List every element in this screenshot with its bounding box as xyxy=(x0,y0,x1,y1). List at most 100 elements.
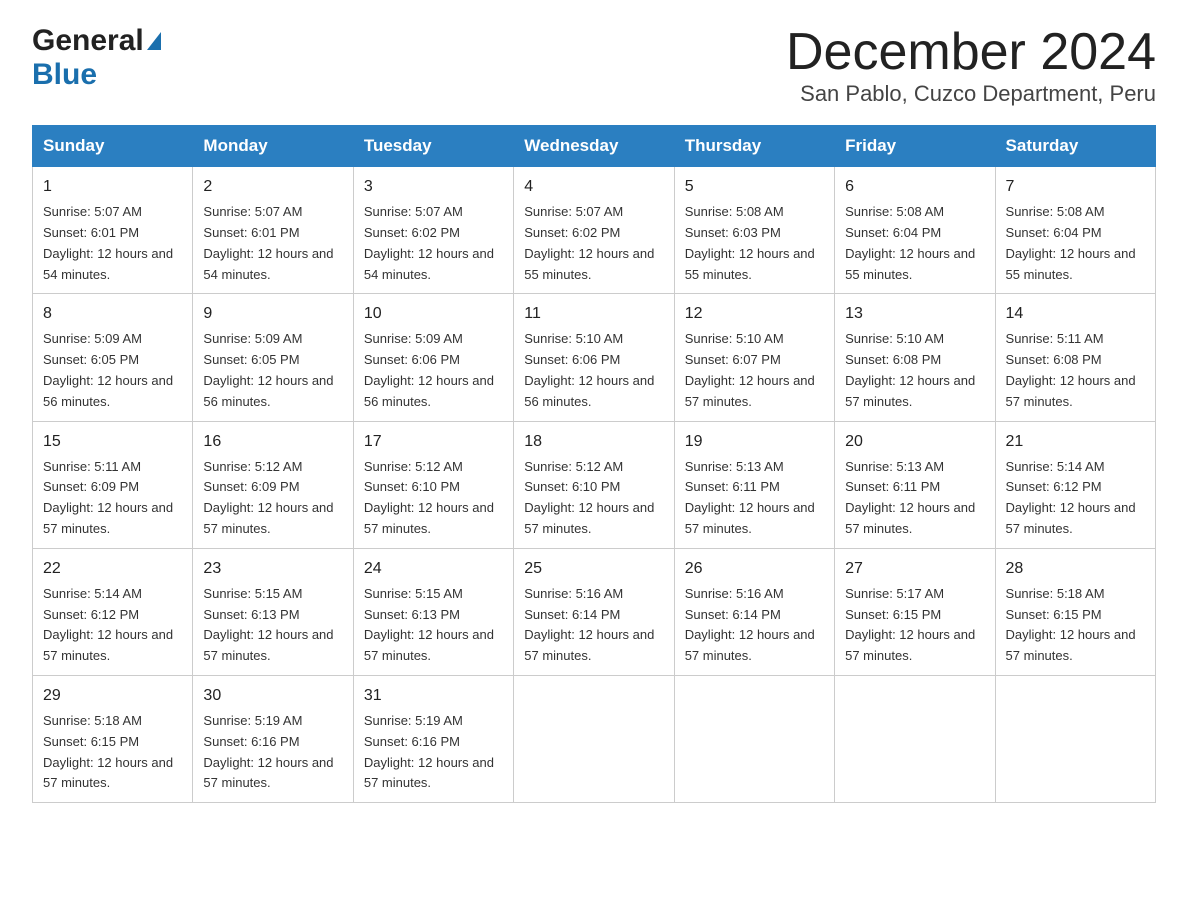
day-info: Sunrise: 5:17 AMSunset: 6:15 PMDaylight:… xyxy=(845,584,984,667)
day-number: 9 xyxy=(203,302,342,326)
day-number: 16 xyxy=(203,430,342,454)
calendar-week-row: 29Sunrise: 5:18 AMSunset: 6:15 PMDayligh… xyxy=(33,675,1156,802)
day-info: Sunrise: 5:12 AMSunset: 6:09 PMDaylight:… xyxy=(203,457,342,540)
day-number: 6 xyxy=(845,175,984,199)
day-info: Sunrise: 5:10 AMSunset: 6:06 PMDaylight:… xyxy=(524,329,663,412)
day-number: 11 xyxy=(524,302,663,326)
calendar-cell: 30 Sunrise: 5:19 AMSunset: 6:16 PMDayligh… xyxy=(193,675,353,802)
day-number: 22 xyxy=(43,557,182,581)
day-info: Sunrise: 5:07 AMSunset: 6:02 PMDaylight:… xyxy=(364,202,503,285)
header-row: SundayMondayTuesdayWednesdayThursdayFrid… xyxy=(33,126,1156,167)
calendar-cell: 20 Sunrise: 5:13 AMSunset: 6:11 PMDayligh… xyxy=(835,421,995,548)
calendar-cell: 14 Sunrise: 5:11 AMSunset: 6:08 PMDayligh… xyxy=(995,294,1155,421)
header-cell-thursday: Thursday xyxy=(674,126,834,167)
calendar-cell: 24Sunrise: 5:15 AMSunset: 6:13 PMDayligh… xyxy=(353,548,513,675)
calendar-cell: 26 Sunrise: 5:16 AMSunset: 6:14 PMDayligh… xyxy=(674,548,834,675)
day-number: 4 xyxy=(524,175,663,199)
calendar-cell: 25 Sunrise: 5:16 AMSunset: 6:14 PMDayligh… xyxy=(514,548,674,675)
calendar-week-row: 8 Sunrise: 5:09 AMSunset: 6:05 PMDaylight… xyxy=(33,294,1156,421)
calendar-cell: 13 Sunrise: 5:10 AMSunset: 6:08 PMDayligh… xyxy=(835,294,995,421)
day-number: 25 xyxy=(524,557,663,581)
calendar-cell: 18Sunrise: 5:12 AMSunset: 6:10 PMDayligh… xyxy=(514,421,674,548)
logo-general-text: General xyxy=(32,24,144,58)
calendar-cell xyxy=(835,675,995,802)
day-number: 26 xyxy=(685,557,824,581)
calendar-week-row: 22Sunrise: 5:14 AMSunset: 6:12 PMDayligh… xyxy=(33,548,1156,675)
calendar-week-row: 15 Sunrise: 5:11 AMSunset: 6:09 PMDayligh… xyxy=(33,421,1156,548)
calendar-cell: 28Sunrise: 5:18 AMSunset: 6:15 PMDayligh… xyxy=(995,548,1155,675)
day-number: 5 xyxy=(685,175,824,199)
day-info: Sunrise: 5:09 AMSunset: 6:06 PMDaylight:… xyxy=(364,329,503,412)
calendar-cell xyxy=(674,675,834,802)
calendar-cell: 27Sunrise: 5:17 AMSunset: 6:15 PMDayligh… xyxy=(835,548,995,675)
page-subtitle: San Pablo, Cuzco Department, Peru xyxy=(786,81,1156,107)
day-info: Sunrise: 5:16 AMSunset: 6:14 PMDaylight:… xyxy=(685,584,824,667)
day-number: 23 xyxy=(203,557,342,581)
calendar-cell: 8 Sunrise: 5:09 AMSunset: 6:05 PMDaylight… xyxy=(33,294,193,421)
day-number: 30 xyxy=(203,684,342,708)
day-number: 17 xyxy=(364,430,503,454)
day-info: Sunrise: 5:07 AMSunset: 6:02 PMDaylight:… xyxy=(524,202,663,285)
calendar-cell: 10 Sunrise: 5:09 AMSunset: 6:06 PMDayligh… xyxy=(353,294,513,421)
header-cell-friday: Friday xyxy=(835,126,995,167)
calendar-cell: 9 Sunrise: 5:09 AMSunset: 6:05 PMDaylight… xyxy=(193,294,353,421)
day-number: 15 xyxy=(43,430,182,454)
calendar-cell: 29Sunrise: 5:18 AMSunset: 6:15 PMDayligh… xyxy=(33,675,193,802)
day-number: 24 xyxy=(364,557,503,581)
title-block: December 2024 San Pablo, Cuzco Departmen… xyxy=(786,24,1156,107)
calendar-table: SundayMondayTuesdayWednesdayThursdayFrid… xyxy=(32,125,1156,803)
calendar-cell: 15 Sunrise: 5:11 AMSunset: 6:09 PMDayligh… xyxy=(33,421,193,548)
day-number: 31 xyxy=(364,684,503,708)
calendar-cell: 31 Sunrise: 5:19 AMSunset: 6:16 PMDayligh… xyxy=(353,675,513,802)
calendar-body: 1 Sunrise: 5:07 AMSunset: 6:01 PMDaylight… xyxy=(33,167,1156,803)
day-number: 8 xyxy=(43,302,182,326)
calendar-cell xyxy=(995,675,1155,802)
calendar-cell: 22Sunrise: 5:14 AMSunset: 6:12 PMDayligh… xyxy=(33,548,193,675)
calendar-cell: 21 Sunrise: 5:14 AMSunset: 6:12 PMDayligh… xyxy=(995,421,1155,548)
day-info: Sunrise: 5:11 AMSunset: 6:08 PMDaylight:… xyxy=(1006,329,1145,412)
day-info: Sunrise: 5:19 AMSunset: 6:16 PMDaylight:… xyxy=(203,711,342,794)
day-number: 14 xyxy=(1006,302,1145,326)
day-info: Sunrise: 5:19 AMSunset: 6:16 PMDaylight:… xyxy=(364,711,503,794)
day-info: Sunrise: 5:10 AMSunset: 6:07 PMDaylight:… xyxy=(685,329,824,412)
page-header: General Blue December 2024 San Pablo, Cu… xyxy=(32,24,1156,107)
day-number: 10 xyxy=(364,302,503,326)
calendar-cell: 16 Sunrise: 5:12 AMSunset: 6:09 PMDayligh… xyxy=(193,421,353,548)
logo-arrow-icon xyxy=(147,32,161,50)
calendar-cell: 4 Sunrise: 5:07 AMSunset: 6:02 PMDaylight… xyxy=(514,167,674,294)
header-cell-saturday: Saturday xyxy=(995,126,1155,167)
day-number: 1 xyxy=(43,175,182,199)
calendar-cell: 12 Sunrise: 5:10 AMSunset: 6:07 PMDayligh… xyxy=(674,294,834,421)
day-number: 12 xyxy=(685,302,824,326)
day-info: Sunrise: 5:11 AMSunset: 6:09 PMDaylight:… xyxy=(43,457,182,540)
day-info: Sunrise: 5:10 AMSunset: 6:08 PMDaylight:… xyxy=(845,329,984,412)
day-info: Sunrise: 5:12 AMSunset: 6:10 PMDaylight:… xyxy=(524,457,663,540)
day-number: 21 xyxy=(1006,430,1145,454)
logo-blue-text: Blue xyxy=(32,58,97,91)
day-number: 28 xyxy=(1006,557,1145,581)
day-number: 3 xyxy=(364,175,503,199)
day-info: Sunrise: 5:15 AMSunset: 6:13 PMDaylight:… xyxy=(203,584,342,667)
day-number: 19 xyxy=(685,430,824,454)
day-info: Sunrise: 5:13 AMSunset: 6:11 PMDaylight:… xyxy=(845,457,984,540)
header-cell-sunday: Sunday xyxy=(33,126,193,167)
day-info: Sunrise: 5:16 AMSunset: 6:14 PMDaylight:… xyxy=(524,584,663,667)
calendar-cell: 7Sunrise: 5:08 AMSunset: 6:04 PMDaylight… xyxy=(995,167,1155,294)
day-info: Sunrise: 5:08 AMSunset: 6:04 PMDaylight:… xyxy=(845,202,984,285)
calendar-cell: 3 Sunrise: 5:07 AMSunset: 6:02 PMDaylight… xyxy=(353,167,513,294)
day-info: Sunrise: 5:08 AMSunset: 6:03 PMDaylight:… xyxy=(685,202,824,285)
calendar-cell: 2Sunrise: 5:07 AMSunset: 6:01 PMDaylight… xyxy=(193,167,353,294)
page-title: December 2024 xyxy=(786,24,1156,81)
calendar-cell: 17Sunrise: 5:12 AMSunset: 6:10 PMDayligh… xyxy=(353,421,513,548)
day-info: Sunrise: 5:09 AMSunset: 6:05 PMDaylight:… xyxy=(203,329,342,412)
calendar-cell: 5 Sunrise: 5:08 AMSunset: 6:03 PMDaylight… xyxy=(674,167,834,294)
day-info: Sunrise: 5:14 AMSunset: 6:12 PMDaylight:… xyxy=(1006,457,1145,540)
calendar-cell: 1Sunrise: 5:07 AMSunset: 6:01 PMDaylight… xyxy=(33,167,193,294)
day-number: 20 xyxy=(845,430,984,454)
day-number: 7 xyxy=(1006,175,1145,199)
calendar-cell: 6 Sunrise: 5:08 AMSunset: 6:04 PMDaylight… xyxy=(835,167,995,294)
day-info: Sunrise: 5:09 AMSunset: 6:05 PMDaylight:… xyxy=(43,329,182,412)
day-number: 13 xyxy=(845,302,984,326)
calendar-cell: 19Sunrise: 5:13 AMSunset: 6:11 PMDayligh… xyxy=(674,421,834,548)
day-info: Sunrise: 5:07 AMSunset: 6:01 PMDaylight:… xyxy=(203,202,342,285)
